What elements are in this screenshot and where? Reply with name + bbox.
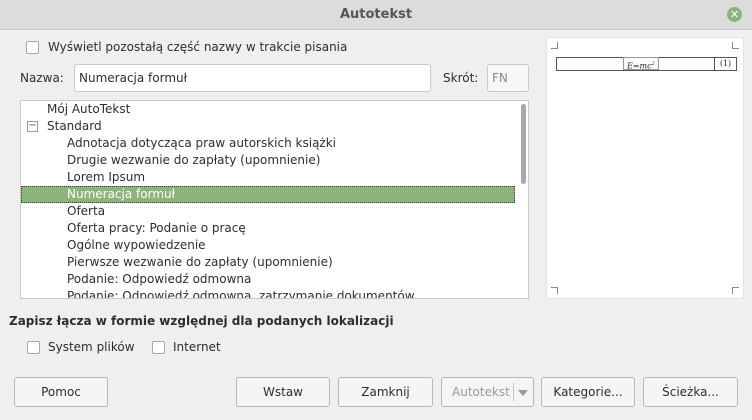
tree-item[interactable]: Ogólne wypowiedzenie: [67, 237, 206, 254]
page-corner-mark: [732, 42, 739, 49]
path-button[interactable]: Ścieżka...: [643, 377, 738, 407]
page-corner-mark: [551, 42, 558, 49]
insert-button[interactable]: Wstaw: [236, 377, 330, 407]
tree-item-selected[interactable]: Numeracja formuł: [21, 186, 515, 203]
tree-item[interactable]: Lorem Ipsum: [67, 169, 145, 186]
collapse-icon[interactable]: −: [27, 121, 38, 132]
preview-pane: E=mc2 (1): [546, 37, 744, 299]
shortcut-input[interactable]: FN: [487, 64, 529, 92]
button-separator: [513, 383, 514, 401]
preview-formula-line: E=mc2 (1): [556, 57, 737, 71]
formula-text: E=mc: [627, 61, 652, 71]
relative-links-title: Zapisz łącza w formie względnej dla poda…: [9, 314, 394, 328]
tree-item[interactable]: Drugie wezwanie do zapłaty (upomnienie): [67, 152, 320, 169]
categories-button[interactable]: Kategorie...: [541, 377, 635, 407]
show-remainder-checkbox[interactable]: [26, 41, 39, 54]
show-remainder-label: Wyświetl pozostałą część nazwy w trakcie…: [48, 40, 348, 54]
title-bar: Autotekst ✕: [0, 0, 752, 30]
tree-item[interactable]: Podanie: Odpowiedź odmowna: [67, 271, 251, 288]
autotext-menu-button[interactable]: Autotekst: [441, 377, 534, 407]
internet-checkbox[interactable]: [152, 341, 165, 354]
file-system-label: System plików: [48, 340, 135, 354]
shortcut-label: Skrót:: [443, 71, 479, 85]
page-corner-mark: [551, 287, 558, 294]
autotext-button-label: Autotekst: [452, 385, 510, 399]
tree-item[interactable]: Oferta pracy: Podanie o pracę: [67, 220, 246, 237]
chevron-down-icon: [518, 390, 528, 396]
name-input[interactable]: Numeracja formuł: [74, 64, 431, 92]
page-corner-mark: [732, 287, 739, 294]
tree-item[interactable]: Oferta: [67, 203, 105, 220]
preview-formula: E=mc2: [623, 57, 659, 71]
close-button[interactable]: Zamknij: [338, 377, 433, 407]
name-label: Nazwa:: [20, 71, 64, 85]
scrollbar-thumb[interactable]: [521, 104, 526, 184]
autotext-tree[interactable]: Mój AutoTekst − Standard Adnotacja dotyc…: [20, 100, 529, 299]
help-button[interactable]: Pomoc: [14, 377, 108, 407]
close-icon[interactable]: ✕: [727, 7, 742, 22]
formula-exponent: 2: [651, 61, 655, 67]
tree-item[interactable]: Podanie: Odpowiedź odmowna, zatrzymanie …: [67, 288, 415, 298]
tree-item[interactable]: Pierwsze wezwanie do zapłaty (upomnienie…: [67, 254, 333, 271]
tree-scrollbar[interactable]: [518, 102, 528, 297]
internet-label: Internet: [173, 340, 221, 354]
tree-group-standard[interactable]: Standard: [47, 118, 102, 135]
preview-formula-number: (1): [714, 57, 736, 71]
tree-root-item[interactable]: Mój AutoTekst: [47, 101, 130, 118]
tree-item[interactable]: Adnotacja dotycząca praw autorskich ksią…: [67, 135, 336, 152]
window-title: Autotekst: [339, 7, 413, 22]
file-system-checkbox[interactable]: [27, 341, 40, 354]
